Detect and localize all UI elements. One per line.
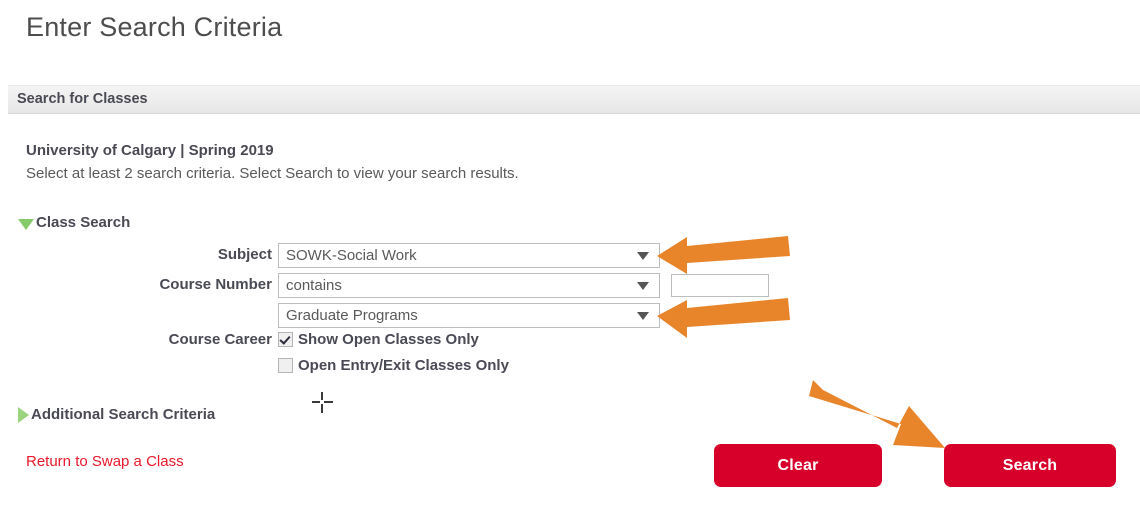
checkbox-row-show-open-classes-only[interactable]: Show Open Classes Only xyxy=(278,331,479,348)
subject-dropdown-value: SOWK-Social Work xyxy=(286,247,417,264)
checkbox-label-show-open-classes-only: Show Open Classes Only xyxy=(298,331,479,348)
course-number-operator-value: contains xyxy=(286,277,342,294)
group-toggle-class-search[interactable]: Class Search xyxy=(18,214,130,231)
arrow-pointing-to-course-career-dropdown xyxy=(657,298,790,338)
checkbox-row-open-entry-exit-classes-only[interactable]: Open Entry/Exit Classes Only xyxy=(278,357,509,374)
search-button[interactable]: Search xyxy=(944,444,1116,487)
chevron-down-icon xyxy=(637,311,649,320)
subject-dropdown[interactable]: SOWK-Social Work xyxy=(278,243,660,268)
group-label-class-search: Class Search xyxy=(36,214,131,231)
search-instructions-text: Select at least 2 search criteria. Selec… xyxy=(26,165,519,182)
arrow-pointing-to-subject-dropdown xyxy=(657,236,790,274)
field-label-course-number: Course Number xyxy=(159,276,272,293)
group-toggle-additional-search-criteria[interactable]: Additional Search Criteria xyxy=(18,406,215,423)
clear-button[interactable]: Clear xyxy=(714,444,882,487)
institution-term-label: University of Calgary | Spring 2019 xyxy=(26,142,274,159)
page-title: Enter Search Criteria xyxy=(26,12,283,42)
section-header-bar: Search for Classes xyxy=(8,85,1140,114)
crosshair-cursor xyxy=(312,392,333,413)
field-label-subject: Subject xyxy=(217,246,272,263)
triangle-down-icon xyxy=(18,219,34,230)
chevron-down-icon xyxy=(637,281,649,290)
arrow-pointing-to-search-button xyxy=(809,380,945,448)
chevron-down-icon xyxy=(637,251,649,260)
section-header-label: Search for Classes xyxy=(17,91,148,107)
course-career-dropdown-value: Graduate Programs xyxy=(286,307,418,324)
checkbox-label-open-entry-exit-classes-only: Open Entry/Exit Classes Only xyxy=(298,357,509,374)
course-number-operator-dropdown[interactable]: contains xyxy=(278,273,660,298)
triangle-right-icon xyxy=(18,406,29,423)
course-number-input[interactable] xyxy=(671,274,769,297)
crosshair-vertical-line xyxy=(321,392,323,413)
crosshair-center-gap xyxy=(320,400,324,404)
checkbox-show-open-classes-only[interactable] xyxy=(278,332,293,347)
course-career-dropdown[interactable]: Graduate Programs xyxy=(278,303,660,328)
return-to-swap-a-class-link[interactable]: Return to Swap a Class xyxy=(26,453,184,470)
field-label-course-career: Course Career xyxy=(168,331,272,348)
group-label-additional-search-criteria: Additional Search Criteria xyxy=(31,406,216,423)
crosshair-horizontal-line xyxy=(312,401,333,403)
checkbox-open-entry-exit-classes-only[interactable] xyxy=(278,358,293,373)
